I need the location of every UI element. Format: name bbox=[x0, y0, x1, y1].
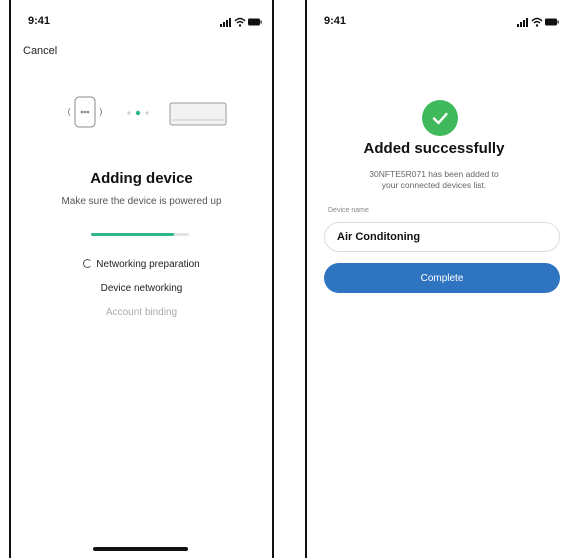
status-time: 9:41 bbox=[324, 15, 347, 27]
page-title: Adding device bbox=[90, 170, 193, 187]
step-device-networking: Device networking bbox=[11, 283, 272, 294]
status-icons bbox=[517, 17, 559, 27]
device-name-label: Device name bbox=[328, 207, 369, 214]
phone-icon bbox=[68, 96, 102, 128]
cancel-button[interactable]: Cancel bbox=[23, 45, 57, 57]
success-message: 30NFTE5R071 has been added to your conne… bbox=[369, 169, 499, 190]
home-indicator bbox=[93, 547, 188, 551]
status-time: 9:41 bbox=[28, 15, 51, 27]
status-icons bbox=[220, 17, 262, 27]
wifi-icon bbox=[531, 17, 543, 27]
wifi-icon bbox=[234, 17, 246, 27]
battery-icon bbox=[545, 18, 559, 26]
battery-icon bbox=[248, 18, 262, 26]
status-bar: 9:41 bbox=[307, 15, 561, 31]
loading-spinner-icon bbox=[83, 259, 93, 268]
step-label: Device networking bbox=[100, 283, 183, 294]
step-label: Account binding bbox=[105, 307, 178, 318]
success-check-icon bbox=[422, 100, 458, 136]
air-conditioner-icon bbox=[169, 102, 227, 126]
progress-bar bbox=[91, 233, 189, 236]
added-successfully-screen: 9:41 Added successfully 30NFTE5R071 has … bbox=[305, 0, 561, 558]
progress-bar-fill bbox=[91, 233, 175, 236]
step-networking-preparation: Networking preparation bbox=[11, 259, 272, 270]
pairing-illustration bbox=[68, 96, 227, 128]
adding-device-screen: 9:41 Cancel Adding device Make sure the … bbox=[9, 0, 274, 558]
step-label: Networking preparation bbox=[96, 259, 200, 270]
status-bar: 9:41 bbox=[11, 15, 272, 31]
progress-dots-icon bbox=[127, 110, 149, 116]
signal-icon bbox=[517, 18, 528, 27]
signal-icon bbox=[220, 18, 231, 27]
device-name-input[interactable] bbox=[324, 222, 560, 252]
complete-button[interactable]: Complete bbox=[324, 263, 560, 293]
step-account-binding: Account binding bbox=[11, 307, 272, 318]
page-subtitle: Make sure the device is powered up bbox=[61, 196, 222, 207]
page-title: Added successfully bbox=[363, 140, 505, 157]
